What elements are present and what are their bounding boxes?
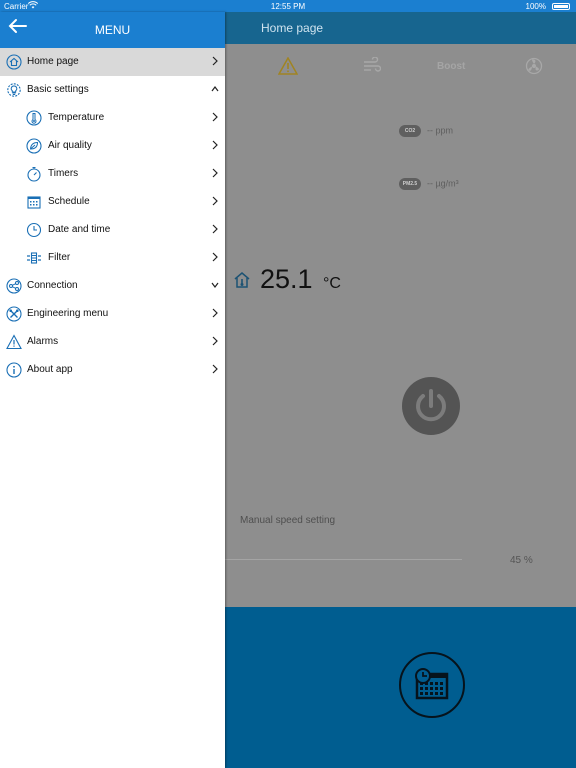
menu-item-basic-settings[interactable]: Basic settings (0, 76, 225, 104)
wind-icon[interactable] (363, 56, 382, 77)
menu-item-label: Home page (27, 56, 79, 67)
chevron-down-icon (210, 278, 220, 292)
home-page-dimmed: Home page Boost CO2 -- ppm PM2.5 -- µg/m³ … (225, 12, 576, 768)
menu-item-schedule[interactable]: Schedule (0, 188, 225, 216)
side-menu: MENU Home page Basic settings Temperatur… (0, 12, 225, 768)
menu-item-timers[interactable]: Timers (0, 160, 225, 188)
filter-icon (26, 250, 42, 266)
warning-icon[interactable] (277, 56, 299, 79)
menu-item-label: Schedule (48, 196, 90, 207)
power-icon (416, 389, 446, 422)
menu-item-label: Connection (27, 280, 78, 291)
chevron-right-icon (210, 306, 220, 320)
calendar-icon (26, 194, 42, 210)
chevron-right-icon (210, 110, 220, 124)
status-bar: Carrier 12:55 PM 100% (0, 0, 576, 12)
chevron-right-icon (210, 194, 220, 208)
pm25-value: -- µg/m³ (427, 178, 459, 189)
chevron-right-icon (210, 138, 220, 152)
menu-item-label: Engineering menu (27, 308, 109, 319)
co2-cloud-icon: CO2 (399, 125, 421, 137)
menu-item-label: Filter (48, 252, 71, 263)
temperature-value: 25.1 (260, 264, 313, 294)
home-icon (6, 54, 22, 70)
menu-item-home-page[interactable]: Home page (0, 48, 225, 76)
menu-item-label: About app (27, 364, 73, 375)
co2-value: -- ppm (427, 125, 454, 136)
menu-item-alarms[interactable]: Alarms (0, 328, 225, 356)
stopwatch-icon (26, 166, 42, 182)
schedule-button[interactable] (399, 652, 465, 718)
menu-item-connection[interactable]: Connection (0, 272, 225, 300)
menu-item-temperature[interactable]: Temperature (0, 104, 225, 132)
menu-header: MENU (0, 12, 225, 48)
temperature-unit: °C (323, 275, 341, 292)
chevron-right-icon (210, 222, 220, 236)
clock-icon (26, 222, 42, 238)
pm25-sensor: PM2.5 -- µg/m³ (399, 178, 459, 192)
chevron-right-icon (210, 250, 220, 264)
fan-icon[interactable] (525, 57, 543, 79)
home-header: Home page (225, 12, 576, 44)
speed-percent: 45 % (510, 555, 533, 566)
menu-title: MENU (94, 23, 131, 37)
menu-item-label: Date and time (48, 224, 111, 235)
speed-label: Manual speed setting (240, 515, 336, 526)
settings-bulb-icon (6, 82, 22, 98)
menu-item-label: Alarms (27, 336, 59, 347)
menu-item-filter[interactable]: Filter (0, 244, 225, 272)
co2-sensor: CO2 -- ppm (399, 125, 453, 139)
menu-item-about-app[interactable]: About app (0, 356, 225, 384)
battery-icon (552, 3, 570, 10)
menu-item-label: Timers (48, 168, 79, 179)
battery-label: 100% (525, 2, 546, 11)
menu-item-air-quality[interactable]: Air quality (0, 132, 225, 160)
thermometer-icon (26, 110, 42, 126)
menu-item-date-and-time[interactable]: Date and time (0, 216, 225, 244)
share-icon (6, 278, 22, 294)
speed-slider[interactable] (225, 559, 462, 560)
chevron-right-icon (210, 334, 220, 348)
pm25-cloud-icon: PM2.5 (399, 178, 421, 190)
power-button[interactable] (402, 377, 460, 435)
chevron-right-icon (210, 54, 220, 68)
boost-button[interactable]: Boost (437, 61, 465, 72)
chevron-right-icon (210, 362, 220, 376)
indoor-temperature-icon (233, 271, 251, 293)
clock-label: 12:55 PM (270, 2, 306, 11)
home-title: Home page (261, 21, 324, 35)
bottom-panel (225, 607, 576, 768)
schedule-calendar-icon (415, 668, 449, 700)
leaf-icon (26, 138, 42, 154)
menu-item-label: Air quality (48, 140, 92, 151)
menu-item-label: Temperature (48, 112, 105, 123)
chevron-right-icon (210, 166, 220, 180)
menu-item-engineering-menu[interactable]: Engineering menu (0, 300, 225, 328)
warning-icon (6, 334, 22, 350)
chevron-up-icon (210, 82, 220, 96)
info-icon (6, 362, 22, 378)
menu-item-label: Basic settings (27, 84, 89, 95)
tools-icon (6, 306, 22, 322)
